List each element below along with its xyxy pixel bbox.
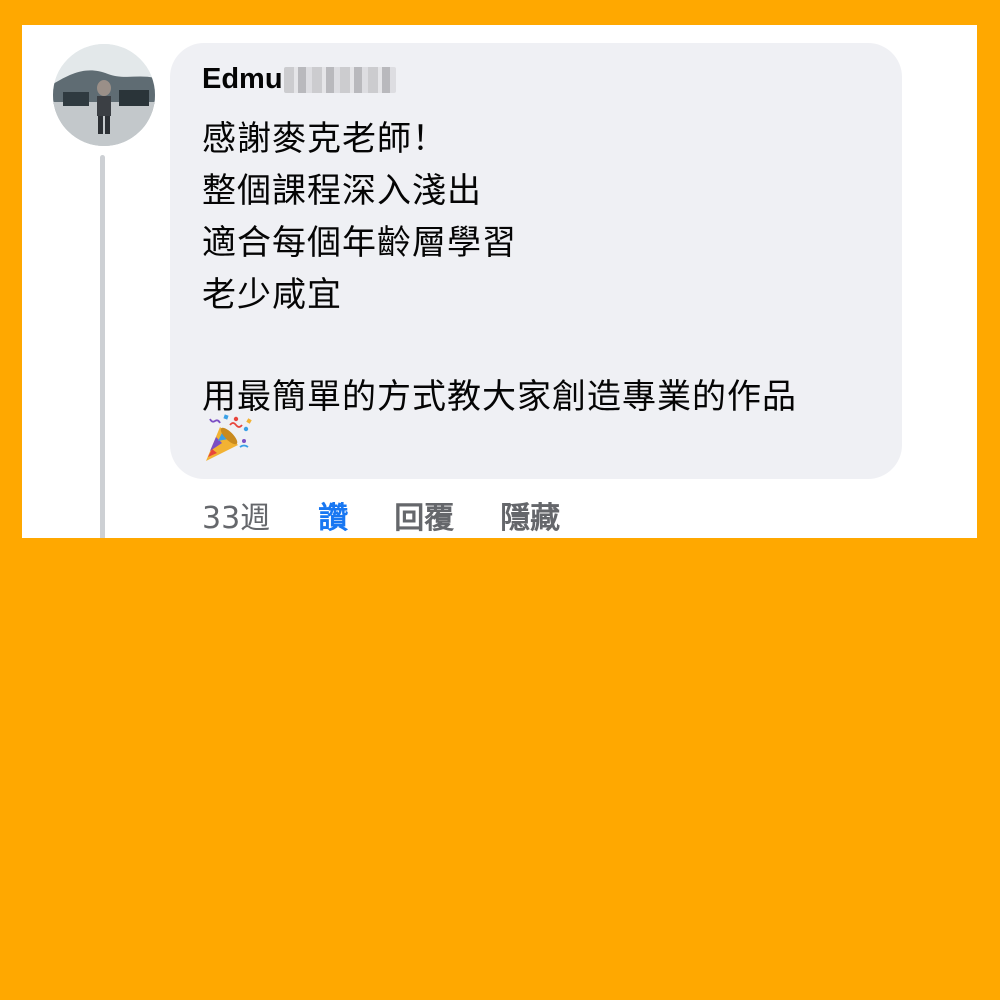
like-button[interactable]: 讚: [318, 493, 348, 537]
comment-text-line: 適合每個年齡層學習: [202, 223, 517, 263]
comment-text-line: 感謝麥克老師！: [202, 119, 447, 159]
comment-card: Edmu 感謝麥克老師！ 整個課程深入淺出 適合每個年齡層學習 老少咸宜 用最簡…: [22, 25, 977, 538]
comment-author[interactable]: Edmu: [202, 63, 396, 96]
party-popper-icon: [206, 414, 252, 461]
hide-button[interactable]: 隱藏: [500, 493, 560, 537]
author-name-redacted: [283, 66, 396, 93]
comment-text-line: 整個課程深入淺出: [202, 171, 482, 211]
reply-button[interactable]: 回覆: [394, 493, 454, 537]
comment-text-line: 用最簡單的方式教大家創造專業的作品: [202, 377, 797, 417]
comment-timestamp[interactable]: 33週: [202, 493, 270, 537]
thread-line: [100, 155, 105, 538]
comment-text-line: 老少咸宜: [202, 275, 342, 315]
avatar[interactable]: [53, 44, 155, 146]
author-name: Edmu: [202, 63, 283, 95]
comment-bubble: Edmu 感謝麥克老師！ 整個課程深入淺出 適合每個年齡層學習 老少咸宜 用最簡…: [170, 43, 902, 479]
comment-actions: 33週 讚 回覆 隱藏: [202, 493, 560, 537]
avatar-photo: [53, 44, 155, 146]
